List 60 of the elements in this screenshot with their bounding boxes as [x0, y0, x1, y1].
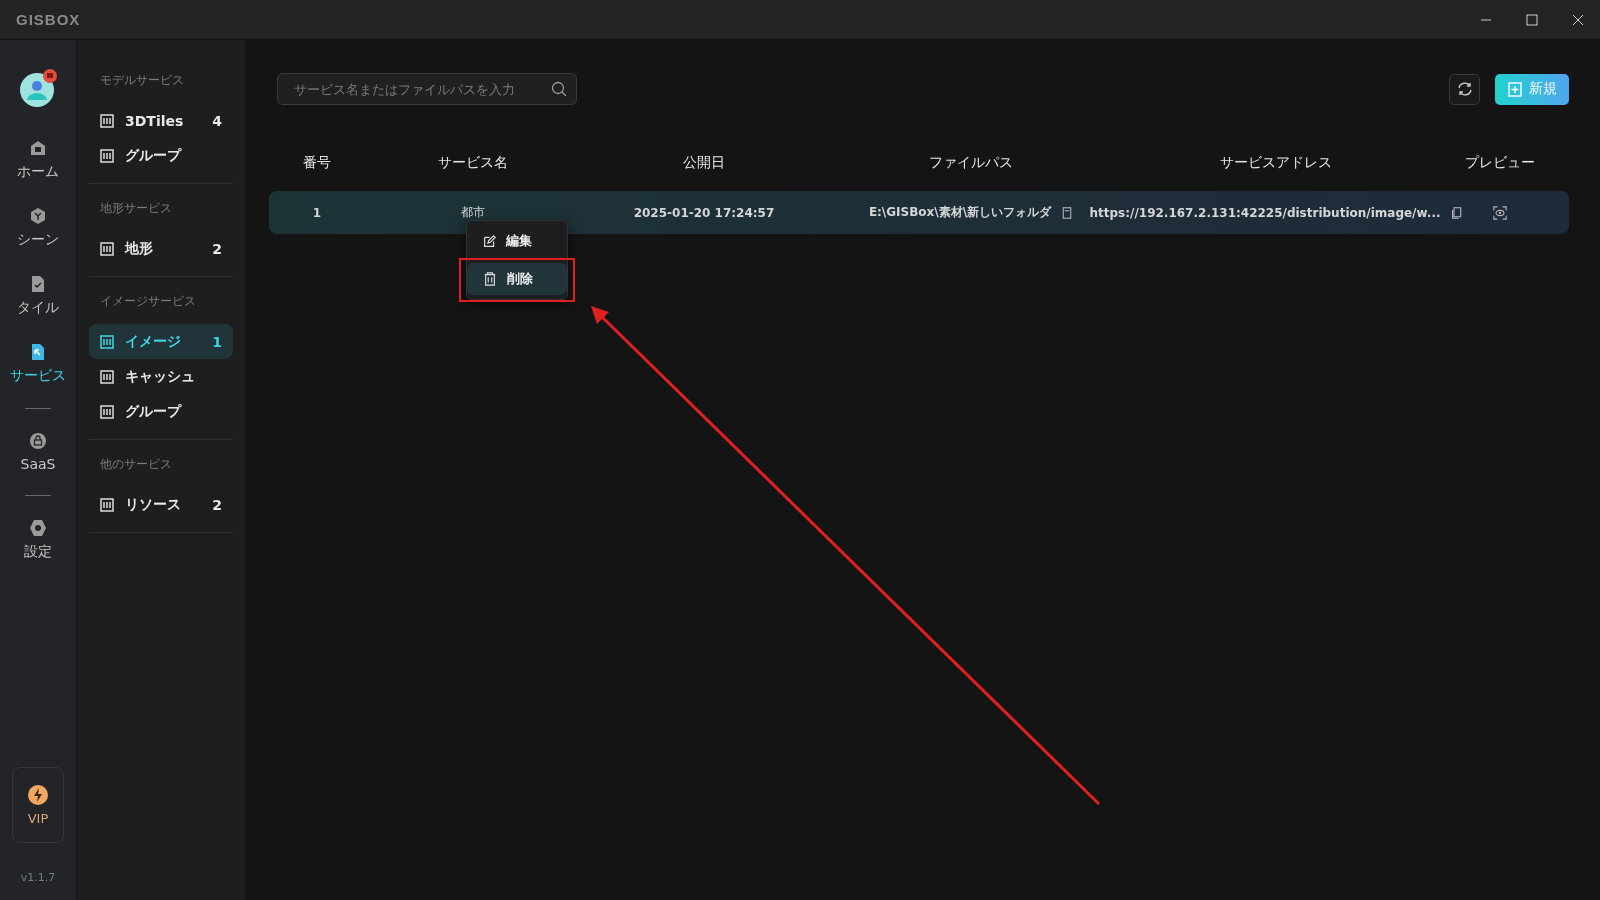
table-cell: https://192.167.2.131:42225/distribution/image/w...: [1089, 205, 1441, 220]
trash-icon: [483, 272, 497, 286]
search-field[interactable]: サービス名またはファイルパスを入力: [277, 73, 577, 105]
sidebar-item[interactable]: イメージ 1: [89, 324, 233, 359]
version-label: v1.1.7: [20, 871, 56, 884]
table-cell: 2025-01-20 17:24:57: [633, 205, 775, 220]
table-cell: 都市: [460, 204, 485, 221]
group-title: 他のサービス: [99, 456, 173, 473]
column-header: サービス名: [437, 154, 508, 172]
eye-scan-icon: [1492, 205, 1507, 220]
table-row[interactable]: 1 都市 2025-01-20 17:24:57 E:\GISBox\素材\新しいフォルダ https://192.167.2.131:42225/distribution/image/w...: [269, 191, 1569, 234]
settings-icon: [29, 519, 47, 537]
column-header: サービスアドレス: [1220, 154, 1332, 172]
nav-item[interactable]: シーン: [17, 207, 59, 249]
layer-icon: [100, 241, 114, 256]
maximize-icon: [1526, 13, 1538, 26]
sidebar-item[interactable]: 3DTiles 4: [89, 103, 233, 138]
cube-icon: [29, 207, 47, 225]
app-logo: GISBOX: [16, 11, 81, 28]
lightning-icon: [28, 784, 48, 805]
column-header: プレビュー: [1464, 154, 1535, 172]
lock-icon: [29, 432, 47, 450]
sidebar-item[interactable]: リソース 2: [89, 487, 233, 522]
group-title: 地形サービス: [99, 200, 173, 217]
layer-icon: [100, 148, 114, 163]
sidebar-item[interactable]: 地形 2: [89, 231, 233, 266]
avatar-icon[interactable]: [19, 68, 57, 108]
group-title: モデルサービス: [99, 72, 185, 89]
layer-icon: [100, 404, 114, 419]
close-icon: [1572, 13, 1584, 26]
nav-item[interactable]: SaaS: [20, 432, 56, 472]
table-cell: 1: [312, 205, 322, 220]
layer-icon: [100, 113, 114, 128]
column-header: 番号: [303, 154, 331, 172]
menu-item[interactable]: 削除: [467, 263, 567, 295]
refresh-button[interactable]: [1449, 73, 1480, 105]
nav-item[interactable]: 設定: [24, 519, 52, 561]
column-header: ファイルパス: [929, 154, 1013, 172]
refresh-icon: [1456, 81, 1473, 97]
sidebar-item[interactable]: グループ: [89, 138, 233, 173]
nav-item[interactable]: タイル: [17, 275, 59, 317]
add-document-icon: [1507, 81, 1523, 97]
document-check-icon: [29, 275, 47, 293]
search-icon: [551, 81, 567, 97]
copy-icon: [1061, 206, 1074, 219]
sidebar-item[interactable]: グループ: [89, 394, 233, 429]
edit-icon: [483, 234, 496, 248]
copy-icon: [1450, 206, 1463, 219]
column-header: 公開日: [683, 154, 725, 172]
house-icon: [29, 139, 47, 157]
layer-icon: [100, 334, 114, 349]
table-cell: E:\GISBox\素材\新しいフォルダ: [868, 204, 1052, 221]
group-title: イメージサービス: [99, 293, 197, 310]
layer-icon: [100, 497, 114, 512]
nav-item[interactable]: ホーム: [17, 139, 59, 181]
sidebar-item[interactable]: キャッシュ: [89, 359, 233, 394]
service-icon: [29, 343, 47, 361]
layer-icon: [100, 369, 114, 384]
nav-item[interactable]: サービス: [10, 343, 66, 385]
vip-button[interactable]: VIP: [12, 767, 64, 843]
